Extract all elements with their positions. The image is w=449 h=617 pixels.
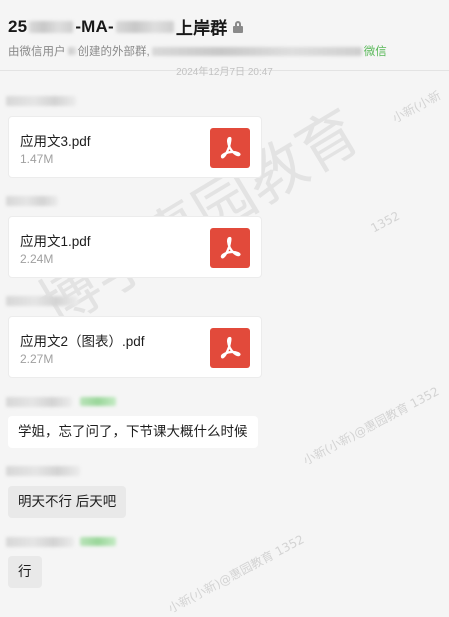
chat-title-suffix: 上岸群	[175, 19, 228, 38]
file-message[interactable]: 应用文1.pdf 2.24M	[8, 216, 262, 278]
redacted-text	[115, 20, 174, 33]
sender-name-redacted	[6, 466, 80, 476]
file-size: 1.47M	[20, 152, 54, 166]
subtitle-prefix: 由微信用户	[8, 46, 66, 58]
watermark-small: 1352	[368, 208, 403, 236]
sender-tag-redacted	[80, 537, 116, 546]
sender-tag-redacted	[80, 397, 116, 406]
pdf-icon	[210, 228, 250, 268]
file-name: 应用文2（图表）.pdf	[20, 334, 145, 349]
sender-name-redacted	[6, 96, 76, 106]
file-message[interactable]: 应用文2（图表）.pdf 2.27M	[8, 316, 262, 378]
message-timestamp: 2024年12月7日 20:47	[176, 67, 273, 78]
watermark-small: 小新(小新	[390, 88, 444, 126]
chat-title-prefix: 25	[8, 16, 28, 36]
file-name: 应用文1.pdf	[20, 234, 91, 249]
text-message[interactable]: 学姐，忘了问了，下节课大概什么时候	[8, 416, 258, 448]
file-message[interactable]: 应用文3.pdf 1.47M	[8, 116, 262, 178]
chat-subtitle: 由微信用户 创建的外部群, 微信	[8, 43, 387, 59]
sender-name-redacted	[6, 196, 58, 206]
file-name: 应用文3.pdf	[20, 134, 91, 149]
watermark-small: 小新(小新)@惠园教育 1352	[165, 532, 307, 616]
text-message[interactable]: 明天不行 后天吧	[8, 486, 127, 518]
redacted-text	[29, 20, 74, 33]
file-size: 2.24M	[20, 252, 54, 266]
sender-name-redacted	[6, 397, 72, 407]
sender-name-redacted	[6, 537, 74, 547]
redacted-text	[151, 46, 362, 56]
chat-title[interactable]: 25 -MA- 上岸群	[8, 14, 244, 39]
chat-header: 25 -MA- 上岸群 由微信用户 创建的外部群, 微信 2024年12月7日 …	[0, 0, 449, 78]
file-size: 2.27M	[20, 352, 54, 366]
text-message[interactable]: 行	[8, 556, 42, 588]
subtitle-wechat: 微信	[363, 46, 387, 58]
pdf-icon	[210, 128, 250, 168]
lock-icon	[233, 20, 244, 33]
chat-title-mid: -MA-	[75, 16, 114, 36]
sender-name-redacted	[6, 296, 78, 306]
redacted-text	[67, 47, 76, 55]
subtitle-mid: 创建的外部群,	[77, 46, 150, 58]
watermark-small: 小新(小新)@惠园教育 1352	[300, 384, 442, 468]
pdf-icon	[210, 328, 250, 368]
